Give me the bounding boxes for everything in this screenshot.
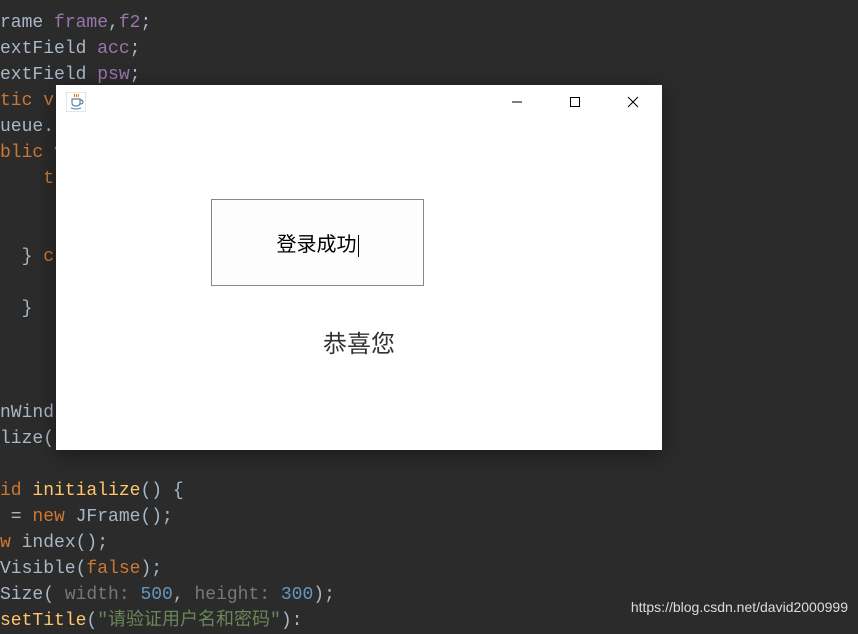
close-button[interactable] (604, 85, 662, 119)
window-titlebar[interactable] (56, 85, 662, 119)
code-line: = new JFrame(); (0, 504, 858, 530)
code-line (0, 452, 858, 478)
java-app-icon (66, 92, 86, 112)
watermark-text: https://blog.csdn.net/david2000999 (631, 599, 848, 615)
congratulations-label: 恭喜您 (56, 324, 662, 359)
code-line: id initialize() { (0, 478, 858, 504)
text-cursor (358, 235, 359, 257)
code-line: w index(); (0, 530, 858, 556)
window-controls (488, 85, 662, 119)
java-dialog-window: 登录成功 恭喜您 (56, 85, 662, 450)
input-text-value: 登录成功 (277, 234, 357, 256)
message-text-field[interactable]: 登录成功 (211, 199, 424, 286)
minimize-button[interactable] (488, 85, 546, 119)
code-line: extField acc; (0, 36, 858, 62)
dialog-content-area: 登录成功 恭喜您 (56, 119, 662, 450)
code-line: rame frame,f2; (0, 10, 858, 36)
code-line: Visible(false); (0, 556, 858, 582)
maximize-button[interactable] (546, 85, 604, 119)
